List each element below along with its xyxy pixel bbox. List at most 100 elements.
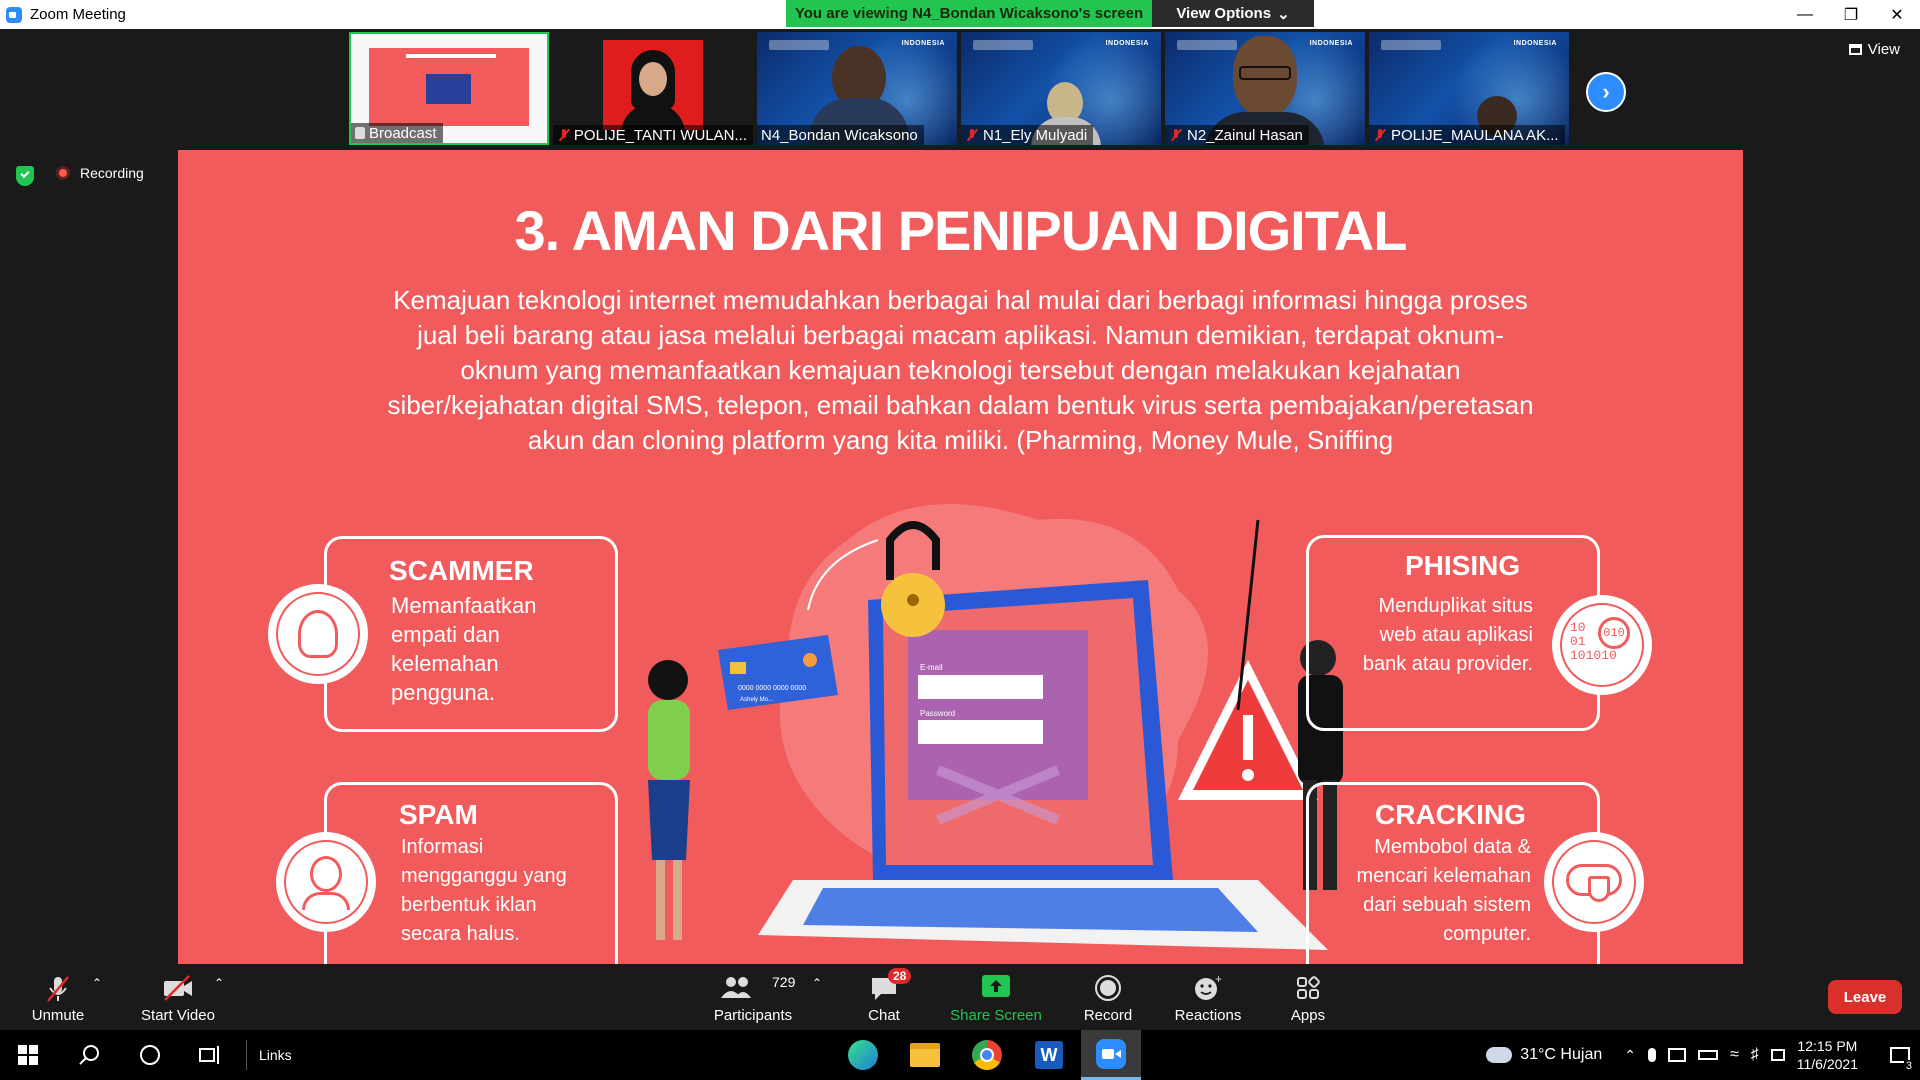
slide-body-line: akun dan cloning platform yang kita mili… <box>527 425 1394 455</box>
device-icon[interactable] <box>1667 1048 1686 1062</box>
view-options-button[interactable]: View Options ⌄ <box>1152 0 1314 27</box>
glasses-icon <box>1239 66 1291 80</box>
chevron-up-icon[interactable]: ⌃ <box>1624 1047 1636 1064</box>
unmute-button[interactable]: Unmute <box>18 964 98 1030</box>
task-view-button[interactable] <box>182 1030 238 1080</box>
viewing-banner: You are viewing N4_Bondan Wicaksono's sc… <box>786 0 1314 27</box>
start-video-button[interactable]: Start Video <box>128 964 228 1030</box>
security-shield-icon[interactable] <box>16 166 34 186</box>
card-line: web atau aplikasi <box>1379 624 1533 646</box>
close-button[interactable]: ✕ <box>1874 0 1920 29</box>
leave-button[interactable]: Leave <box>1828 980 1902 1014</box>
window-title: Zoom Meeting <box>30 6 126 23</box>
card-title: PHISING <box>1405 550 1521 581</box>
participants-count: 729 <box>772 974 796 990</box>
edge-icon <box>848 1040 878 1070</box>
record-dot-icon <box>56 166 70 180</box>
cortana-button[interactable] <box>122 1030 178 1080</box>
video-options-caret-icon[interactable]: ⌃ <box>214 976 224 990</box>
rain-cloud-icon <box>1486 1047 1513 1063</box>
card-line: Informasi <box>401 836 484 858</box>
tile-label: Broadcast <box>351 123 443 143</box>
brain-head-icon <box>268 584 368 684</box>
taskbar-file-explorer[interactable] <box>895 1030 955 1080</box>
chevron-down-icon: ⌄ <box>1277 5 1290 23</box>
card-line: mencari kelemahan <box>1356 865 1531 887</box>
card-title: CRACKING <box>1375 799 1526 830</box>
card-text: Membobol data & mencari kelemahan dari s… <box>1309 833 1531 949</box>
zoom-app-icon <box>6 6 22 23</box>
share-screen-label: Share Screen <box>950 1007 1042 1024</box>
card-line: empati dan <box>391 622 500 647</box>
email-field-label: E-mail <box>920 663 943 672</box>
card-title: SPAM <box>399 799 478 830</box>
weather-widget[interactable]: 31°C Hujan <box>1486 1046 1602 1064</box>
start-button[interactable] <box>0 1030 56 1080</box>
participant-photo <box>603 40 703 134</box>
task-view-icon <box>199 1046 219 1064</box>
grid-icon <box>1848 44 1862 55</box>
windows-logo-icon <box>18 1045 38 1065</box>
participants-button[interactable]: 729 Participants <box>706 964 800 1030</box>
slide-body: Kemajuan teknologi internet memudahkan b… <box>318 283 1603 458</box>
share-screen-button[interactable]: Share Screen <box>944 964 1048 1030</box>
search-icon <box>79 1045 99 1065</box>
apps-button[interactable]: Apps <box>1278 964 1338 1030</box>
muted-mic-icon <box>1169 128 1183 142</box>
video-tile-participant[interactable]: INDONESIA POLIJE_MAULANA AK... <box>1369 32 1569 145</box>
taskbar-word[interactable]: W <box>1019 1030 1079 1080</box>
volume-icon[interactable]: ♯ <box>1751 1046 1759 1064</box>
tile-label: POLIJE_TANTI WULAN... <box>553 125 753 145</box>
tile-name: N2_Zainul Hasan <box>1187 126 1303 144</box>
binary-search-icon: 10 01 101010 010 <box>1552 595 1652 695</box>
video-tile-participant[interactable]: INDONESIA N1_Ely Mulyadi <box>961 32 1161 145</box>
search-button[interactable] <box>62 1030 118 1080</box>
weather-text: 31°C Hujan <box>1520 1046 1603 1063</box>
battery-icon[interactable] <box>1697 1050 1718 1060</box>
tile-name: N4_Bondan Wicaksono <box>761 126 918 144</box>
svg-text:+: + <box>1215 974 1222 986</box>
links-toolbar[interactable]: Links <box>246 1040 316 1070</box>
video-tile-participant[interactable]: INDONESIA N4_Bondan Wicaksono <box>757 32 957 145</box>
meeting-controls: Unmute ⌃ Start Video ⌃ 729 Participants … <box>0 964 1920 1030</box>
video-tile-participant[interactable]: POLIJE_TANTI WULAN... <box>553 32 753 145</box>
slide-body-line: oknum yang memanfaatkan kemajuan teknolo… <box>460 355 1461 385</box>
taskbar-chrome[interactable] <box>957 1030 1017 1080</box>
cloud-shield-icon <box>1544 832 1644 932</box>
slide-body-line: Kemajuan teknologi internet memudahkan b… <box>393 285 1528 315</box>
shared-screen-slide: 3. AMAN DARI PENIPUAN DIGITAL Kemajuan t… <box>178 150 1743 964</box>
video-tile-broadcast[interactable]: Broadcast <box>349 32 549 145</box>
chat-button[interactable]: 28 Chat <box>854 964 914 1030</box>
muted-mic-icon <box>965 128 979 142</box>
video-tile-participant[interactable]: INDONESIA N2_Zainul Hasan <box>1165 32 1365 145</box>
wifi-icon[interactable]: ≈ <box>1730 1046 1739 1064</box>
zoom-icon <box>1096 1038 1126 1069</box>
minimize-button[interactable]: — <box>1782 0 1828 29</box>
participants-label: Participants <box>713 1007 793 1024</box>
taskbar-zoom[interactable] <box>1081 1030 1141 1080</box>
next-page-button[interactable]: › <box>1586 72 1626 112</box>
mic-off-icon <box>47 976 69 1002</box>
notifications-button[interactable]: 3 <box>1880 1030 1920 1080</box>
participants-icon <box>721 977 751 998</box>
clock[interactable]: 12:15 PM 11/6/2021 <box>1797 1037 1858 1073</box>
view-button[interactable]: View <box>1848 41 1900 58</box>
time-text: 12:15 PM <box>1797 1038 1858 1054</box>
reactions-button[interactable]: + Reactions <box>1168 964 1248 1030</box>
tile-name: Broadcast <box>369 124 437 142</box>
participants-caret-icon[interactable]: ⌃ <box>812 976 822 990</box>
taskbar-edge[interactable] <box>833 1030 893 1080</box>
record-button[interactable]: Record <box>1078 964 1138 1030</box>
audio-options-caret-icon[interactable]: ⌃ <box>92 976 102 990</box>
pin-icon <box>355 127 365 139</box>
language-icon[interactable] <box>1770 1049 1785 1061</box>
start-video-label: Start Video <box>141 1007 215 1024</box>
microphone-icon[interactable] <box>1647 1048 1656 1062</box>
recording-indicator[interactable]: Recording <box>56 165 144 181</box>
apps-icon <box>1297 976 1320 999</box>
chat-label: Chat <box>868 1007 900 1024</box>
restore-button[interactable]: ❐ <box>1828 0 1874 29</box>
card-line: pengguna. <box>391 680 495 705</box>
card-line: computer. <box>1443 923 1531 945</box>
card-text: Menduplikat situs web atau aplikasi bank… <box>1309 592 1533 679</box>
